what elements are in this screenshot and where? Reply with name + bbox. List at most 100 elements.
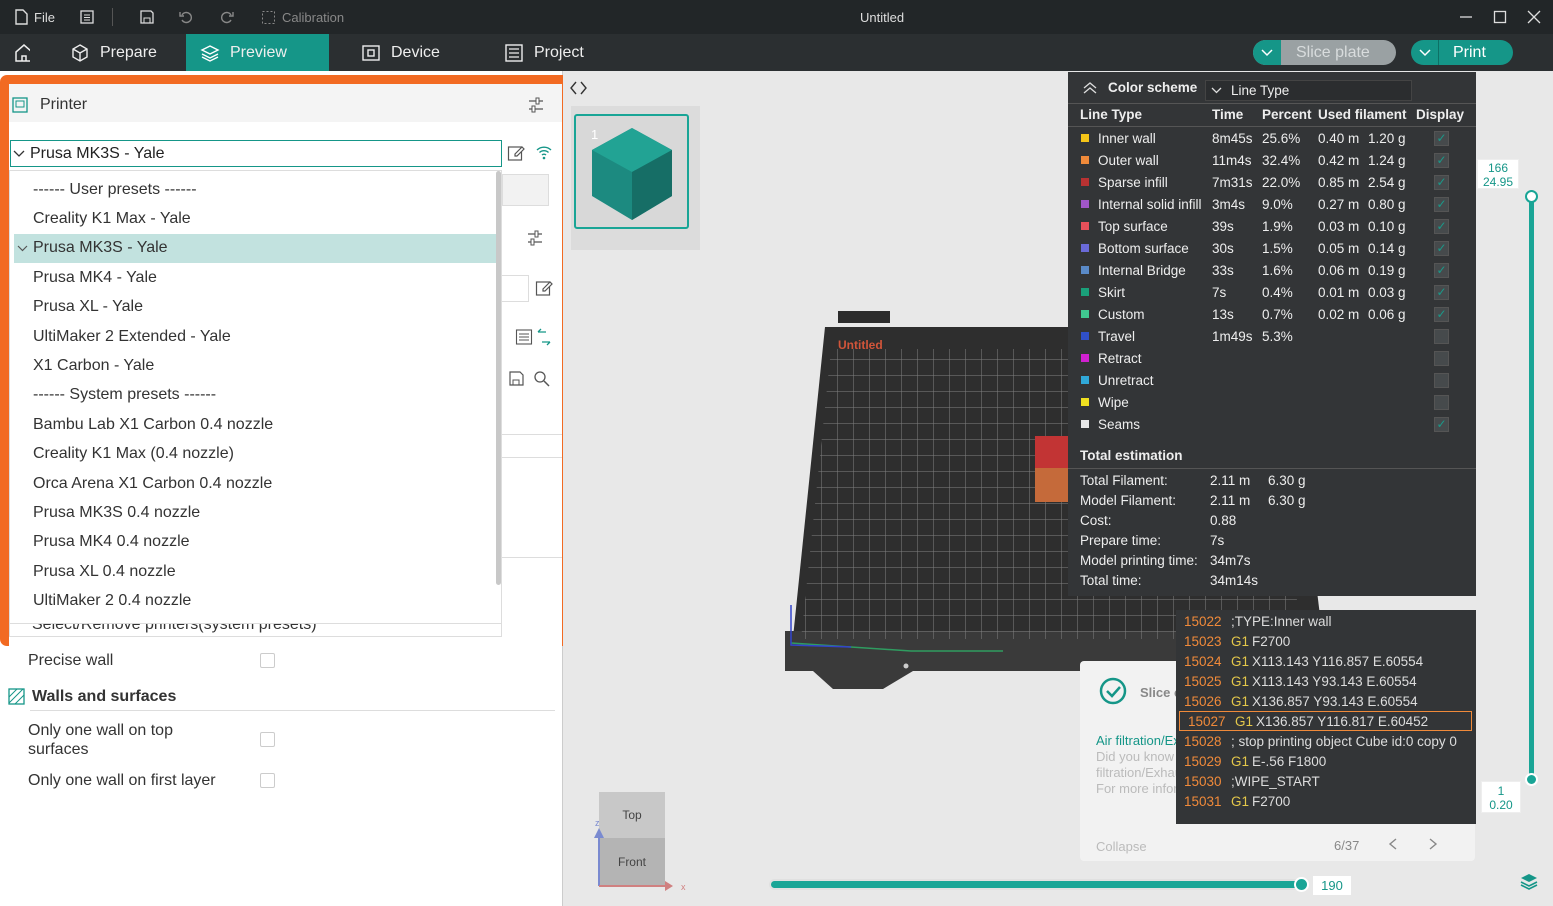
dropdown-item[interactable]: Prusa MK3S - Yale <box>14 233 500 263</box>
compare-icon[interactable] <box>535 328 553 346</box>
display-checkbox[interactable] <box>1434 372 1449 388</box>
slice-plate-label: Slice plate <box>1296 43 1370 61</box>
display-checkbox[interactable]: ✓ <box>1434 306 1449 322</box>
collapse-sidebar-icon[interactable] <box>569 79 587 97</box>
legend-len: 0.06 m <box>1318 262 1360 278</box>
tab-preview[interactable]: Preview <box>186 34 329 71</box>
dropdown-item[interactable]: X1 Carbon - Yale <box>14 351 500 380</box>
save-button[interactable] <box>139 0 155 34</box>
file-menu[interactable]: File <box>14 0 55 34</box>
header-percent: Percent <box>1262 106 1312 122</box>
dropdown-item[interactable]: ------ User presets ------ <box>14 175 500 204</box>
legend-name: Custom <box>1098 306 1145 322</box>
display-checkbox[interactable]: ✓ <box>1434 218 1449 234</box>
home-tab[interactable] <box>0 34 44 71</box>
one-wall-top-checkbox[interactable] <box>260 732 275 747</box>
maximize-button[interactable] <box>1493 0 1507 34</box>
collapse-button[interactable]: Collapse <box>1096 839 1147 854</box>
dropdown-item[interactable]: UltiMaker 2 Extended - Yale <box>14 322 500 351</box>
total-v2: 6.30 g <box>1268 472 1306 488</box>
chevron-right-icon[interactable] <box>1427 837 1439 851</box>
dropdown-item[interactable]: Creality K1 Max - Yale <box>14 204 500 233</box>
dropdown-item[interactable]: Creality K1 Max (0.4 nozzle) <box>14 440 500 469</box>
edit-icon[interactable] <box>507 144 525 162</box>
display-checkbox[interactable]: ✓ <box>1434 262 1449 278</box>
axis-gizmo: z x <box>594 818 686 891</box>
collapse-up-icon[interactable] <box>1083 82 1097 94</box>
print-label: Print <box>1453 43 1486 61</box>
dropdown-item-label: Prusa XL 0.4 nozzle <box>33 562 176 580</box>
layer-slider-track[interactable] <box>1529 197 1534 781</box>
file-icon <box>15 9 28 25</box>
display-checkbox[interactable]: ✓ <box>1434 174 1449 190</box>
gcode-line-number: 15025 <box>1184 673 1222 689</box>
wifi-icon[interactable] <box>535 143 553 161</box>
display-checkbox[interactable] <box>1434 394 1449 410</box>
display-checkbox[interactable]: ✓ <box>1434 152 1449 168</box>
gcode-text: X136.857 Y116.817 E.60452 <box>1256 713 1429 729</box>
process-combobox[interactable] <box>502 275 529 302</box>
display-checkbox[interactable]: ✓ <box>1434 240 1449 256</box>
slice-plate-button[interactable]: Slice plate <box>1253 40 1396 65</box>
precise-wall-checkbox[interactable] <box>260 653 275 668</box>
printer-highlight-frame: Printer Prusa MK3S - Yale ------ User pr… <box>0 75 571 646</box>
printer-header: Printer <box>9 84 562 122</box>
printer-combobox[interactable]: Prusa MK3S - Yale <box>10 140 502 167</box>
tab-prepare[interactable]: Prepare <box>56 34 171 71</box>
settings-sliders-icon[interactable] <box>526 229 544 247</box>
close-button[interactable] <box>1527 0 1541 34</box>
dropdown-item[interactable]: Prusa MK4 0.4 nozzle <box>14 528 500 557</box>
gcode-command: G1 <box>1231 673 1250 689</box>
print-dropdown-toggle[interactable] <box>1411 40 1439 65</box>
chevron-down-icon <box>1261 48 1273 56</box>
display-checkbox[interactable]: ✓ <box>1434 130 1449 146</box>
move-slider-handle[interactable] <box>1294 877 1309 892</box>
dropdown-item[interactable]: ------ System presets ------ <box>14 381 500 410</box>
calibration-menu[interactable]: Calibration <box>261 0 344 34</box>
redo-icon <box>221 11 234 24</box>
dropdown-item[interactable]: UltiMaker 2 0.4 nozzle <box>14 587 500 616</box>
display-checkbox[interactable]: ✓ <box>1434 196 1449 212</box>
settings-sliders-icon[interactable] <box>527 96 545 114</box>
chevron-left-icon[interactable] <box>1387 837 1399 851</box>
dropdown-item[interactable]: Orca Arena X1 Carbon 0.4 nozzle <box>14 469 500 498</box>
dropdown-item[interactable]: Prusa MK4 - Yale <box>14 263 500 292</box>
search-icon[interactable] <box>533 370 550 387</box>
dropdown-item[interactable]: Prusa MK3S 0.4 nozzle <box>14 498 500 527</box>
list-icon[interactable] <box>515 328 533 346</box>
save-icon[interactable] <box>508 370 525 387</box>
layer-slider-bottom-handle[interactable] <box>1525 773 1538 786</box>
layers-icon[interactable] <box>1519 871 1539 891</box>
display-checkbox[interactable]: ✓ <box>1434 416 1449 432</box>
dropdown-item[interactable]: Prusa XL 0.4 nozzle <box>14 557 500 586</box>
tab-device[interactable]: Device <box>347 34 454 71</box>
dropdown-item[interactable]: Prusa XL - Yale <box>14 293 500 322</box>
display-checkbox[interactable]: ✓ <box>1434 284 1449 300</box>
filament-slot[interactable] <box>502 174 549 206</box>
print-button[interactable]: Print <box>1411 40 1513 65</box>
menu-button[interactable] <box>79 0 95 34</box>
minimize-button[interactable] <box>1459 0 1473 34</box>
display-checkbox[interactable] <box>1434 350 1449 366</box>
legend-name: Unretract <box>1098 372 1154 388</box>
redo-button[interactable] <box>219 0 235 34</box>
layer-slider-top-handle[interactable] <box>1525 190 1538 203</box>
dropdown-scrollbar[interactable] <box>496 171 501 585</box>
edit-icon[interactable] <box>535 279 553 297</box>
undo-button[interactable] <box>178 0 194 34</box>
display-checkbox[interactable] <box>1434 328 1449 344</box>
color-scheme-select[interactable]: Line Type <box>1205 80 1412 101</box>
precise-wall-label: Precise wall <box>28 652 114 669</box>
slice-dropdown-toggle[interactable] <box>1253 40 1281 65</box>
gcode-line: 15024 G1 X113.143 Y116.857 E.60554 <box>1176 651 1476 671</box>
dropdown-footer[interactable]: Select/Remove printers(system presets) <box>32 624 317 634</box>
move-slider-track[interactable] <box>769 879 1304 890</box>
gcode-text: F2700 <box>1252 793 1291 809</box>
total-row: Prepare time: 7s <box>1068 529 1476 551</box>
plate-thumbnail[interactable]: 1 <box>574 114 689 229</box>
dropdown-item-label: Prusa MK4 - Yale <box>33 268 157 286</box>
dropdown-item[interactable]: Bambu Lab X1 Carbon 0.4 nozzle <box>14 410 500 439</box>
move-slider-value: 190 <box>1313 876 1351 895</box>
one-wall-first-checkbox[interactable] <box>260 773 275 788</box>
tab-project[interactable]: Project <box>490 34 598 71</box>
